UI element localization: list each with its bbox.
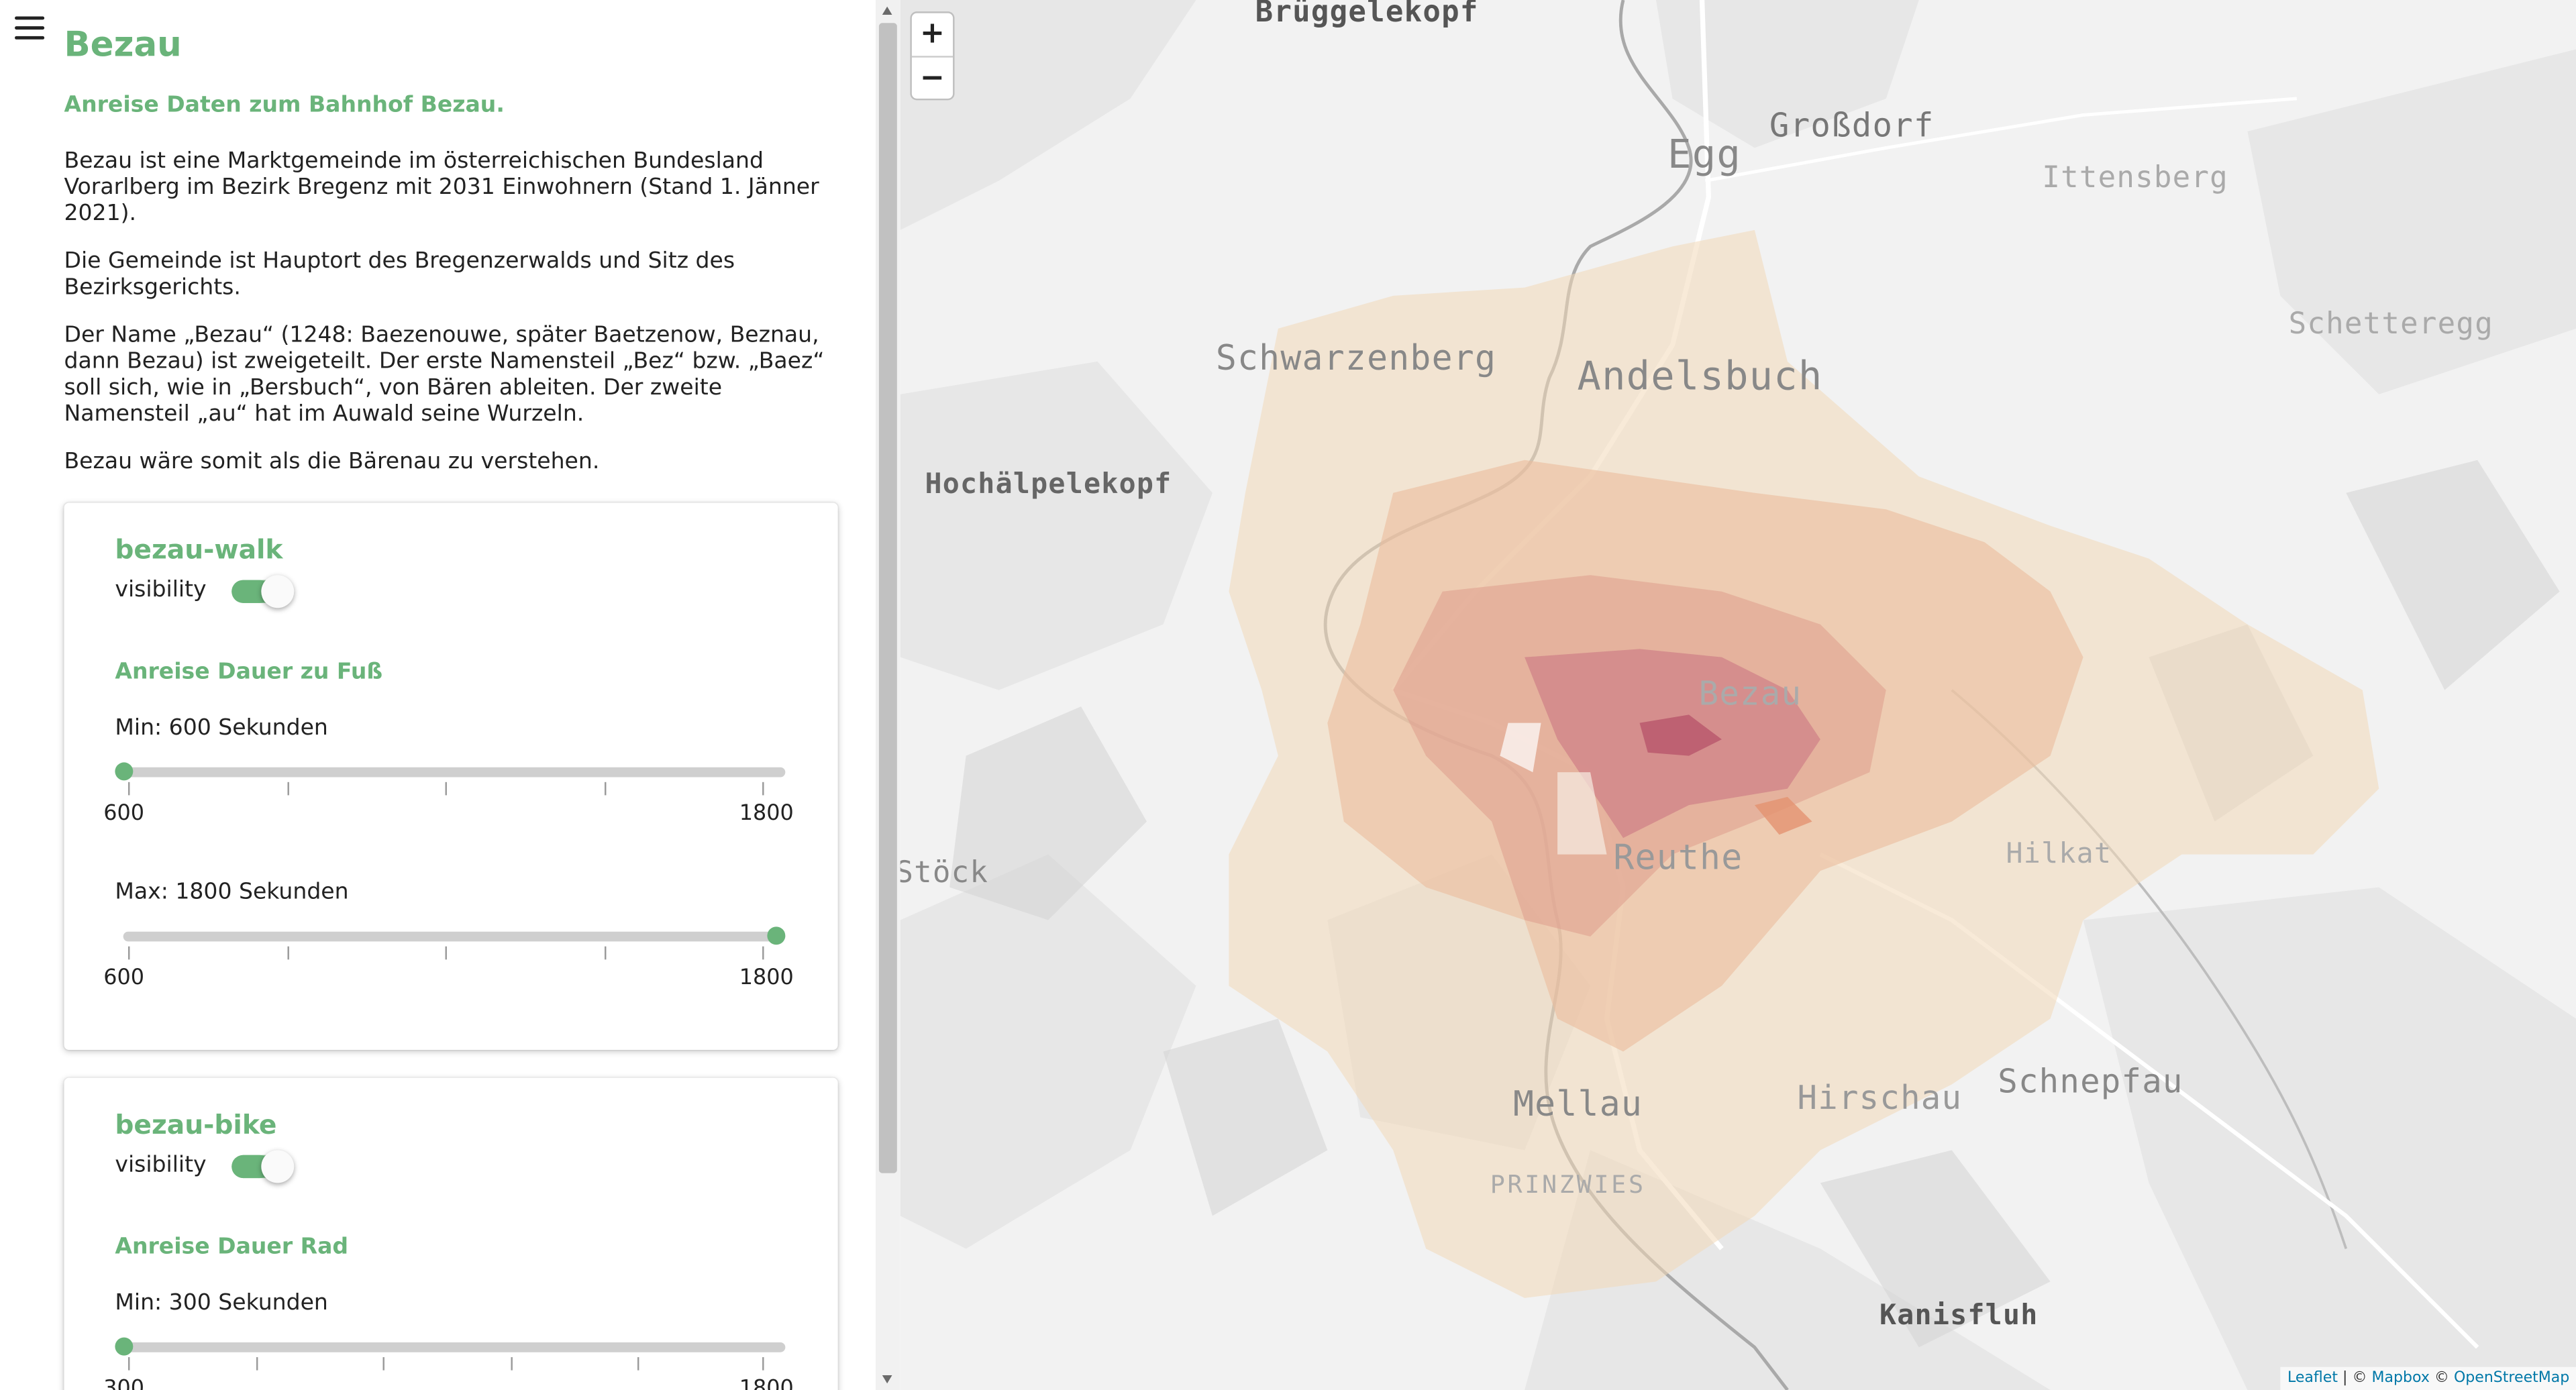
slider-min-label: 600 [103, 802, 145, 826]
page-subtitle: Anreise Daten zum Bahnhof Bezau. [64, 92, 505, 119]
slider-tick [637, 1357, 639, 1371]
page-title: Bezau [64, 24, 182, 64]
slider-tick [127, 782, 130, 796]
slider-rail[interactable] [123, 767, 786, 778]
slider-tick [762, 1357, 764, 1371]
place-label: Schwarzenberg [1215, 338, 1497, 378]
place-label: Kanisfluh [1879, 1299, 2039, 1333]
layer-title: bezau-bike [115, 1109, 277, 1140]
layer-card-bike: bezau-bike visibility Anreise Dauer Rad … [64, 1077, 838, 1390]
place-label: Großdorf [1769, 105, 1935, 145]
place-label: Hochälpelekopf [925, 468, 1172, 502]
section-label: Anreise Dauer Rad [115, 1234, 349, 1261]
layer-title: bezau-walk [115, 533, 283, 566]
place-label: Mellau [1512, 1084, 1643, 1124]
place-label: Hirschau [1797, 1077, 1963, 1118]
zoom-out-button[interactable]: − [911, 56, 954, 99]
place-label: PRINZWIES [1490, 1169, 1646, 1199]
slider-rail[interactable] [123, 931, 786, 942]
place-label: Reuthe [1613, 838, 1743, 877]
visibility-toggle[interactable] [231, 1150, 295, 1183]
slider-tick [762, 946, 764, 960]
attribution-separator: | © [2338, 1370, 2372, 1387]
slider-tick [127, 1357, 130, 1371]
min-duration-slider[interactable]: 300 1800 [103, 1337, 794, 1390]
mapbox-link[interactable]: Mapbox [2372, 1371, 2430, 1387]
menu-icon[interactable] [15, 16, 45, 40]
slider-handle[interactable] [115, 1337, 134, 1356]
leaflet-link[interactable]: Leaflet [2287, 1371, 2338, 1387]
place-label: Bezau [1698, 674, 1802, 713]
slider-tick [605, 782, 607, 796]
attribution-separator: © [2429, 1370, 2454, 1387]
description-paragraph: Bezau ist eine Marktgemeinde im österrei… [64, 148, 819, 227]
scrollbar-thumb[interactable] [878, 23, 897, 1173]
zoom-in-button[interactable]: + [912, 13, 953, 56]
slider-rail[interactable] [123, 1342, 786, 1352]
slider-tick [287, 946, 289, 960]
sidebar-scrollbar[interactable] [875, 0, 900, 1390]
scroll-up-icon[interactable] [882, 6, 892, 15]
slider-tick [127, 946, 130, 960]
slider-max-label: 1800 [739, 802, 794, 826]
slider-tick [605, 946, 607, 960]
place-label: Hilkat [2006, 838, 2112, 871]
visibility-toggle[interactable] [231, 575, 295, 608]
slider-min-label: 300 [103, 1377, 145, 1390]
section-label: Anreise Dauer zu Fuß [115, 659, 383, 686]
place-label: Stöck [900, 856, 989, 891]
place-label: Andelsbuch [1577, 353, 1823, 400]
slider-handle[interactable] [767, 926, 786, 945]
min-duration-label: Min: 600 Sekunden [115, 714, 328, 741]
slider-min-label: 600 [103, 966, 145, 991]
place-label: Schetteregg [2288, 307, 2493, 342]
visibility-label: visibility [115, 1151, 207, 1179]
sidebar: Bezau Anreise Daten zum Bahnhof Bezau. B… [0, 0, 874, 1390]
map[interactable]: Brüggelekopf Großdorf Egg Ittensberg Sch… [900, 0, 2576, 1390]
toggle-thumb[interactable] [261, 575, 295, 608]
slider-tick [511, 1357, 513, 1371]
openstreetmap-link[interactable]: OpenStreetMap [2454, 1371, 2569, 1387]
visibility-label: visibility [115, 576, 207, 603]
slider-tick [287, 782, 289, 796]
place-label: Egg [1667, 131, 1741, 178]
sidebar-content: Bezau Anreise Daten zum Bahnhof Bezau. B… [64, 23, 849, 475]
slider-tick [445, 946, 447, 960]
scroll-down-icon[interactable] [882, 1375, 892, 1384]
min-duration-slider[interactable]: 600 1800 [103, 762, 794, 828]
slider-tick [256, 1357, 258, 1371]
place-label: Ittensberg [2042, 161, 2228, 196]
slider-tick [445, 782, 447, 796]
description-paragraph: Die Gemeinde ist Hauptort des Bregenzerw… [64, 248, 735, 301]
slider-handle[interactable] [115, 762, 134, 781]
place-label: Brüggelekopf [1255, 0, 1479, 30]
description-paragraph: Der Name „Bezau“ (1248: Baezenouwe, spät… [64, 322, 825, 427]
slider-max-label: 1800 [739, 966, 794, 991]
description-paragraph: Bezau wäre somit als die Bärenau zu vers… [64, 448, 600, 475]
map-attribution: Leaflet | © Mapbox © OpenStreetMap [2281, 1367, 2576, 1390]
layer-card-walk: bezau-walk visibility Anreise Dauer zu F… [64, 502, 838, 1051]
max-duration-slider[interactable]: 600 1800 [103, 926, 794, 992]
max-duration-label: Max: 1800 Sekunden [115, 879, 349, 906]
slider-tick [382, 1357, 384, 1371]
toggle-thumb[interactable] [261, 1150, 295, 1183]
slider-max-label: 1800 [739, 1377, 794, 1390]
place-label: Schnepfau [1998, 1061, 2183, 1101]
slider-tick [762, 782, 764, 796]
min-duration-label: Min: 300 Sekunden [115, 1289, 328, 1316]
zoom-control: + − [910, 11, 955, 101]
